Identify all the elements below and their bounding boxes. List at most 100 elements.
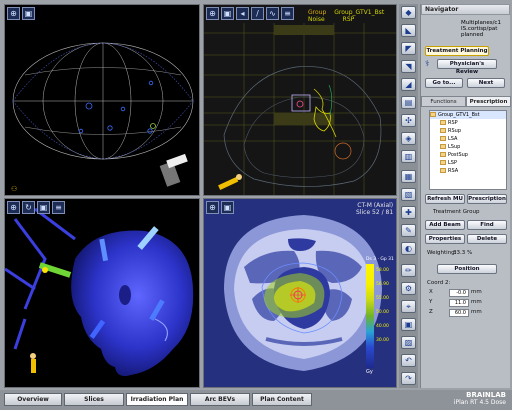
screenshot-icon[interactable]: ▣ <box>221 201 234 214</box>
coord-z-unit: mm <box>471 309 482 315</box>
brand-logo: BRAINLAB iPlan RT 4.5 Dose <box>454 391 506 407</box>
app-window: ⊕ ▣ ⚇ ⊕ ▣ ◂ / ∿ ≡ Group Group_GTV1_Bst N… <box>0 0 512 410</box>
measure-icon[interactable]: ✚ <box>401 206 416 219</box>
coord-x-field[interactable]: -0.0 <box>449 289 469 297</box>
coord-label: Coord 2: <box>427 280 451 286</box>
coord-y-label: Y <box>429 299 433 305</box>
position-button[interactable]: Position <box>437 264 497 274</box>
tree-item[interactable]: RSA <box>430 167 506 175</box>
dose-volume-icon[interactable]: ◈ <box>401 132 416 145</box>
physicians-review-button[interactable]: Physician's Review <box>437 59 497 75</box>
tree-item[interactable]: PostSup <box>430 151 506 159</box>
treatment-group-label: Treatment Group <box>433 209 480 215</box>
tab-plan-content[interactable]: Plan Content <box>252 393 312 406</box>
brand-name: BRAINLAB <box>466 391 506 399</box>
dose-level-2: 56.90 <box>376 282 389 287</box>
delete-button[interactable]: Delete <box>467 234 507 244</box>
dose-level-4: 50.00 <box>376 310 389 315</box>
coord-x-label: X <box>429 289 433 295</box>
isocenter-icon[interactable]: ✣ <box>401 114 416 127</box>
viewport-beams-eye-view[interactable]: ⊕ ▣ ◂ / ∿ ≡ Group Group_GTV1_Bst Noise R… <box>203 4 397 196</box>
histogram-icon[interactable]: ▨ <box>401 336 416 349</box>
dose-level-5: 40.00 <box>376 324 389 329</box>
prescription-button[interactable]: Prescription <box>467 194 507 204</box>
coord-z-field[interactable]: 60.0 <box>449 309 469 317</box>
navigator-info: Multiplanes/c1 IS.cortisp/pat planned <box>461 20 501 38</box>
coord-y-unit: mm <box>471 299 482 305</box>
head-3d-rendering <box>5 207 194 376</box>
ct-caption: CT-M (Axial) Slice 52 / 81 <box>356 202 394 216</box>
properties-button[interactable]: Properties <box>425 234 465 244</box>
screenshot-icon[interactable]: ▣ <box>22 7 35 20</box>
tree-root[interactable]: Group_GTV1_Bst <box>430 111 506 119</box>
tree-item[interactable]: LSA <box>430 135 506 143</box>
tab-overview[interactable]: Overview <box>4 393 62 406</box>
crosshair-icon[interactable]: ⌖ <box>401 300 416 313</box>
beam-tool-icon[interactable]: ◆ <box>401 6 416 19</box>
slice-icon[interactable]: ▧ <box>401 188 416 201</box>
tree-item[interactable]: LSP <box>430 159 506 167</box>
viewport-ct-axial[interactable]: ⊕ ▣ CT-M (Axial) Slice 52 / 81 Ds 3 · Gp… <box>203 198 397 388</box>
layout-icon[interactable]: ▦ <box>401 170 416 183</box>
find-button[interactable]: Find <box>467 220 507 230</box>
tab-irradiation-plan[interactable]: Irradiation Plan <box>126 393 188 406</box>
beam-edit-icon[interactable]: ◣ <box>401 24 416 37</box>
refresh-mu-button[interactable]: Refresh MU <box>425 194 465 204</box>
bottom-tab-bar: Overview Slices Irradiation Plan Arc BEV… <box>0 390 512 410</box>
undo-icon[interactable]: ↶ <box>401 354 416 367</box>
next-button[interactable]: Next <box>467 78 505 88</box>
coord-x-unit: mm <box>471 289 482 295</box>
dose-level-1: 58.00 <box>376 268 389 273</box>
tab-arc-bevs[interactable]: Arc BEVs <box>190 393 250 406</box>
rotate-icon[interactable]: ↻ <box>22 201 35 214</box>
sphere-projection-graphic: ⚇ <box>11 42 194 193</box>
tab-slices[interactable]: Slices <box>64 393 124 406</box>
panel-tabs: Functions Prescription <box>421 96 511 107</box>
viewport-3d-view[interactable]: ⊕ ↻ ▣ ≡ <box>4 198 200 388</box>
tab-functions[interactable]: Functions <box>421 96 466 107</box>
brush-icon[interactable]: ✎ <box>401 224 416 237</box>
beam-couch-icon[interactable]: ◢ <box>401 78 416 91</box>
couch-orientation-icon <box>159 153 188 187</box>
tool-column: ◆ ◣ ◤ ◥ ◢ ▤ ✣ ◈ ▥ ▦ ▧ ✚ ✎ ◐ ✏ ⚙ ⌖ ▣ ▨ ↶ … <box>399 4 418 388</box>
dose-legend: Ds 3 · Gp 31 58.00 56.90 55.00 50.00 40.… <box>366 257 396 379</box>
screenshot-icon[interactable]: ▣ <box>37 201 50 214</box>
tree-item[interactable]: LSup <box>430 143 506 151</box>
dose-level-3: 55.00 <box>376 296 389 301</box>
screenshot-icon[interactable]: ▣ <box>221 7 234 20</box>
goto-button[interactable]: Go to... <box>425 78 463 88</box>
treatment-planning-button[interactable]: Treatment Planning <box>425 46 489 56</box>
zoom-icon[interactable]: ⊕ <box>7 7 20 20</box>
bev-caption: Group Group_GTV1_Bst Noise RSP <box>308 9 385 23</box>
gear-icon[interactable]: ⚙ <box>401 282 416 295</box>
window-icon[interactable]: ▣ <box>401 318 416 331</box>
right-panel: Navigator Multiplanes/c1 IS.cortisp/pat … <box>420 4 511 388</box>
navigator-title: Navigator <box>421 4 510 15</box>
tab-prescription[interactable]: Prescription <box>466 96 511 107</box>
beam-add-icon[interactable]: ◤ <box>401 42 416 55</box>
view-icon[interactable]: ▥ <box>401 150 416 163</box>
viewport-arc-projection[interactable]: ⊕ ▣ ⚇ <box>4 4 200 196</box>
pencil-icon[interactable]: ✏ <box>401 264 416 277</box>
redo-icon[interactable]: ↷ <box>401 372 416 385</box>
beam-tree[interactable]: Group_GTV1_Bst RSP RSup LSA LSup PostSup… <box>429 110 507 190</box>
mlc-icon[interactable]: ▤ <box>401 96 416 109</box>
dose-legend-header: Ds 3 · Gp 31 <box>366 257 394 262</box>
contrast-icon[interactable]: ◐ <box>401 242 416 255</box>
zoom-icon[interactable]: ⊕ <box>206 7 219 20</box>
settings-icon[interactable]: ≡ <box>281 7 294 20</box>
tree-item[interactable]: RSP <box>430 119 506 127</box>
ruler-icon[interactable]: ◂ <box>236 7 249 20</box>
layers-icon[interactable]: ≡ <box>52 201 65 214</box>
pen-icon[interactable]: / <box>251 7 264 20</box>
tree-item[interactable]: RSup <box>430 127 506 135</box>
zoom-icon[interactable]: ⊕ <box>206 201 219 214</box>
beam-arc-icon[interactable]: ◥ <box>401 60 416 73</box>
dose-level-6: 30.00 <box>376 338 389 343</box>
coord-y-field[interactable]: 11.0 <box>449 299 469 307</box>
add-beam-button[interactable]: Add Beam <box>425 220 465 230</box>
patient-orientation-icon <box>30 353 36 373</box>
contour-icon[interactable]: ∿ <box>266 7 279 20</box>
zoom-icon[interactable]: ⊕ <box>7 201 20 214</box>
weighting-value: 33.3 % <box>453 250 473 256</box>
